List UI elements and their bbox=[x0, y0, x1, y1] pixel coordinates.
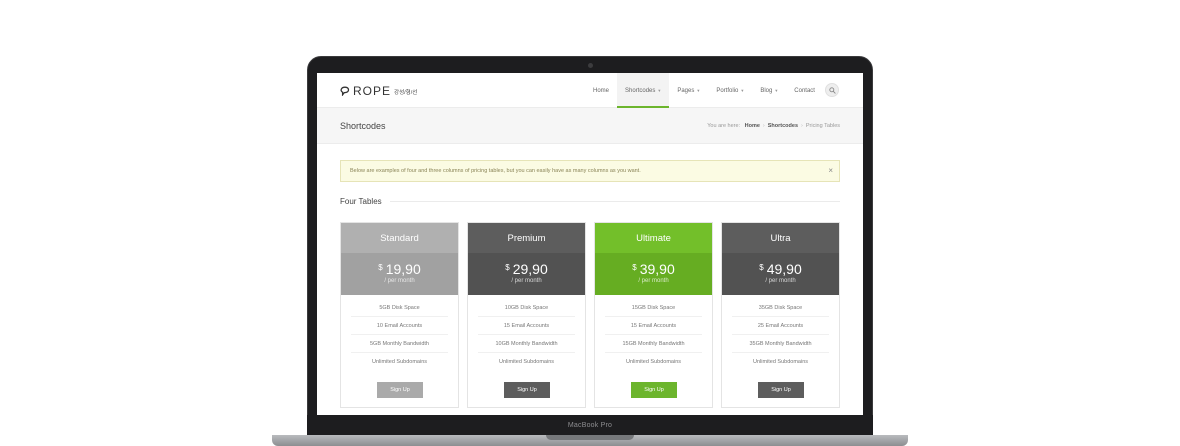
breadcrumb-separator: › bbox=[762, 123, 765, 129]
plan-name: Ultra bbox=[722, 223, 839, 253]
page-title: Shortcodes bbox=[340, 121, 386, 131]
feature-item: Unlimited Subdomains bbox=[371, 359, 428, 365]
section-divider bbox=[389, 200, 840, 202]
laptop-notch bbox=[546, 435, 634, 440]
sign-up-button[interactable]: Sign Up bbox=[631, 382, 677, 398]
chevron-down-icon: ▼ bbox=[774, 88, 779, 93]
feature-item: 25 Email Accounts bbox=[732, 317, 829, 335]
currency-symbol: $ bbox=[505, 263, 510, 272]
plan-price-box: $39,90 / per month bbox=[595, 253, 712, 295]
nav-label: Contact bbox=[794, 87, 815, 94]
chevron-down-icon: ▼ bbox=[657, 88, 662, 93]
feature-item: 15GB Disk Space bbox=[605, 299, 702, 317]
currency-symbol: $ bbox=[632, 263, 637, 272]
nav-label: Shortcodes bbox=[625, 87, 656, 94]
feature-item: 10GB Disk Space bbox=[478, 299, 575, 317]
device-label: MacBook Pro bbox=[567, 422, 613, 429]
feature-item: 5GB Disk Space bbox=[351, 299, 448, 317]
pricing-table-ultra: Ultra $49,90 / per month 35GB Disk Space… bbox=[721, 222, 840, 408]
breadcrumb: You are here: Home › Shortcodes › Pricing Ta… bbox=[707, 123, 840, 129]
plan-price-box: $29,90 / per month bbox=[468, 253, 585, 295]
nav-label: Pages bbox=[677, 87, 695, 94]
price-value: 19,90 bbox=[385, 261, 421, 277]
feature-item: 15 Email Accounts bbox=[478, 317, 575, 335]
section-heading: Four Tables bbox=[340, 196, 840, 206]
info-alert: Below are examples of four and three col… bbox=[340, 160, 840, 182]
nav-item-contact[interactable]: Contact bbox=[786, 73, 823, 108]
logo[interactable]: ROPE 강성/형/선 bbox=[340, 84, 417, 98]
breadcrumb-current: Pricing Tables bbox=[805, 123, 840, 129]
section-title: Four Tables bbox=[340, 196, 382, 206]
price-period: / per month bbox=[511, 278, 542, 284]
breadcrumb-separator: › bbox=[801, 123, 803, 129]
title-bar: Shortcodes You are here: Home › Shortcodes… bbox=[317, 108, 863, 144]
currency-symbol: $ bbox=[759, 263, 764, 272]
laptop-base bbox=[272, 435, 908, 446]
chevron-down-icon: ▼ bbox=[696, 88, 701, 93]
plan-price: $49,90 bbox=[722, 261, 839, 277]
breadcrumb-shortcodes[interactable]: Shortcodes bbox=[768, 123, 798, 129]
main-nav: Home Shortcodes ▼ Pages ▼ Portfolio ▼ Blog ▼… bbox=[585, 73, 823, 108]
plan-name: Standard bbox=[341, 223, 458, 253]
plan-price: $39,90 bbox=[595, 261, 712, 277]
site-header: ROPE 강성/형/선 Home Shortcodes ▼ Pages ▼ Port… bbox=[317, 73, 863, 108]
feature-item: 15GB Monthly Bandwidth bbox=[605, 335, 702, 353]
sign-up-button[interactable]: Sign Up bbox=[504, 382, 550, 398]
feature-list: 10GB Disk Space 15 Email Accounts 10GB M… bbox=[468, 295, 585, 371]
plan-price-box: $49,90 / per month bbox=[722, 253, 839, 295]
plan-price: $19,90 bbox=[341, 261, 458, 277]
breadcrumb-prefix: You are here: bbox=[707, 123, 741, 129]
search-icon bbox=[829, 87, 836, 94]
feature-item: 35GB Disk Space bbox=[732, 299, 829, 317]
camera bbox=[588, 63, 593, 68]
feature-item: 10GB Monthly Bandwidth bbox=[478, 335, 575, 353]
plan-name: Ultimate bbox=[595, 223, 712, 253]
feature-list: 15GB Disk Space 15 Email Accounts 15GB M… bbox=[595, 295, 712, 371]
pricing-table-ultimate: Ultimate $39,90 / per month 15GB Disk Sp… bbox=[594, 222, 713, 408]
feature-item: Unlimited Subdomains bbox=[498, 359, 555, 365]
laptop-chin: MacBook Pro bbox=[307, 415, 873, 435]
nav-item-home[interactable]: Home bbox=[585, 73, 617, 108]
feature-item: 35GB Monthly Bandwidth bbox=[732, 335, 829, 353]
screen: ROPE 강성/형/선 Home Shortcodes ▼ Pages ▼ Port… bbox=[317, 73, 863, 415]
price-period: / per month bbox=[384, 278, 415, 284]
price-value: 49,90 bbox=[766, 261, 802, 277]
plan-name: Premium bbox=[468, 223, 585, 253]
sign-up-button[interactable]: Sign Up bbox=[758, 382, 804, 398]
price-period: / per month bbox=[638, 278, 669, 284]
nav-item-pages[interactable]: Pages ▼ bbox=[669, 73, 708, 108]
feature-list: 35GB Disk Space 25 Email Accounts 35GB M… bbox=[722, 295, 839, 371]
feature-item: 15 Email Accounts bbox=[605, 317, 702, 335]
nav-label: Home bbox=[593, 87, 610, 94]
pricing-tables: Standard $19,90 / per month 5GB Disk Spa… bbox=[340, 222, 840, 408]
currency-symbol: $ bbox=[378, 263, 383, 272]
nav-item-shortcodes[interactable]: Shortcodes ▼ bbox=[617, 73, 670, 108]
feature-item: 5GB Monthly Bandwidth bbox=[351, 335, 448, 353]
logo-text: ROPE bbox=[353, 84, 392, 98]
sign-up-button[interactable]: Sign Up bbox=[377, 382, 423, 398]
price-value: 39,90 bbox=[639, 261, 675, 277]
pricing-table-premium: Premium $29,90 / per month 10GB Disk Spa… bbox=[467, 222, 586, 408]
logo-subtext: 강성/형/선 bbox=[394, 90, 418, 96]
plan-price-box: $19,90 / per month bbox=[341, 253, 458, 295]
plan-price: $29,90 bbox=[468, 261, 585, 277]
nav-item-blog[interactable]: Blog ▼ bbox=[752, 73, 786, 108]
search-button[interactable] bbox=[825, 83, 839, 97]
nav-label: Portfolio bbox=[716, 87, 739, 94]
breadcrumb-home[interactable]: Home bbox=[745, 123, 760, 129]
close-icon[interactable]: × bbox=[828, 166, 833, 176]
feature-list: 5GB Disk Space 10 Email Accounts 5GB Mon… bbox=[341, 295, 458, 371]
pricing-table-standard: Standard $19,90 / per month 5GB Disk Spa… bbox=[340, 222, 459, 408]
feature-item: 10 Email Accounts bbox=[351, 317, 448, 335]
feature-item: Unlimited Subdomains bbox=[752, 359, 809, 365]
nav-label: Blog bbox=[760, 87, 773, 94]
alert-text: Below are examples of four and three col… bbox=[350, 168, 641, 174]
chevron-down-icon: ▼ bbox=[740, 88, 745, 93]
price-value: 29,90 bbox=[512, 261, 548, 277]
nav-item-portfolio[interactable]: Portfolio ▼ bbox=[708, 73, 752, 108]
price-period: / per month bbox=[765, 278, 796, 284]
feature-item: Unlimited Subdomains bbox=[625, 359, 682, 365]
logo-icon bbox=[340, 86, 350, 96]
